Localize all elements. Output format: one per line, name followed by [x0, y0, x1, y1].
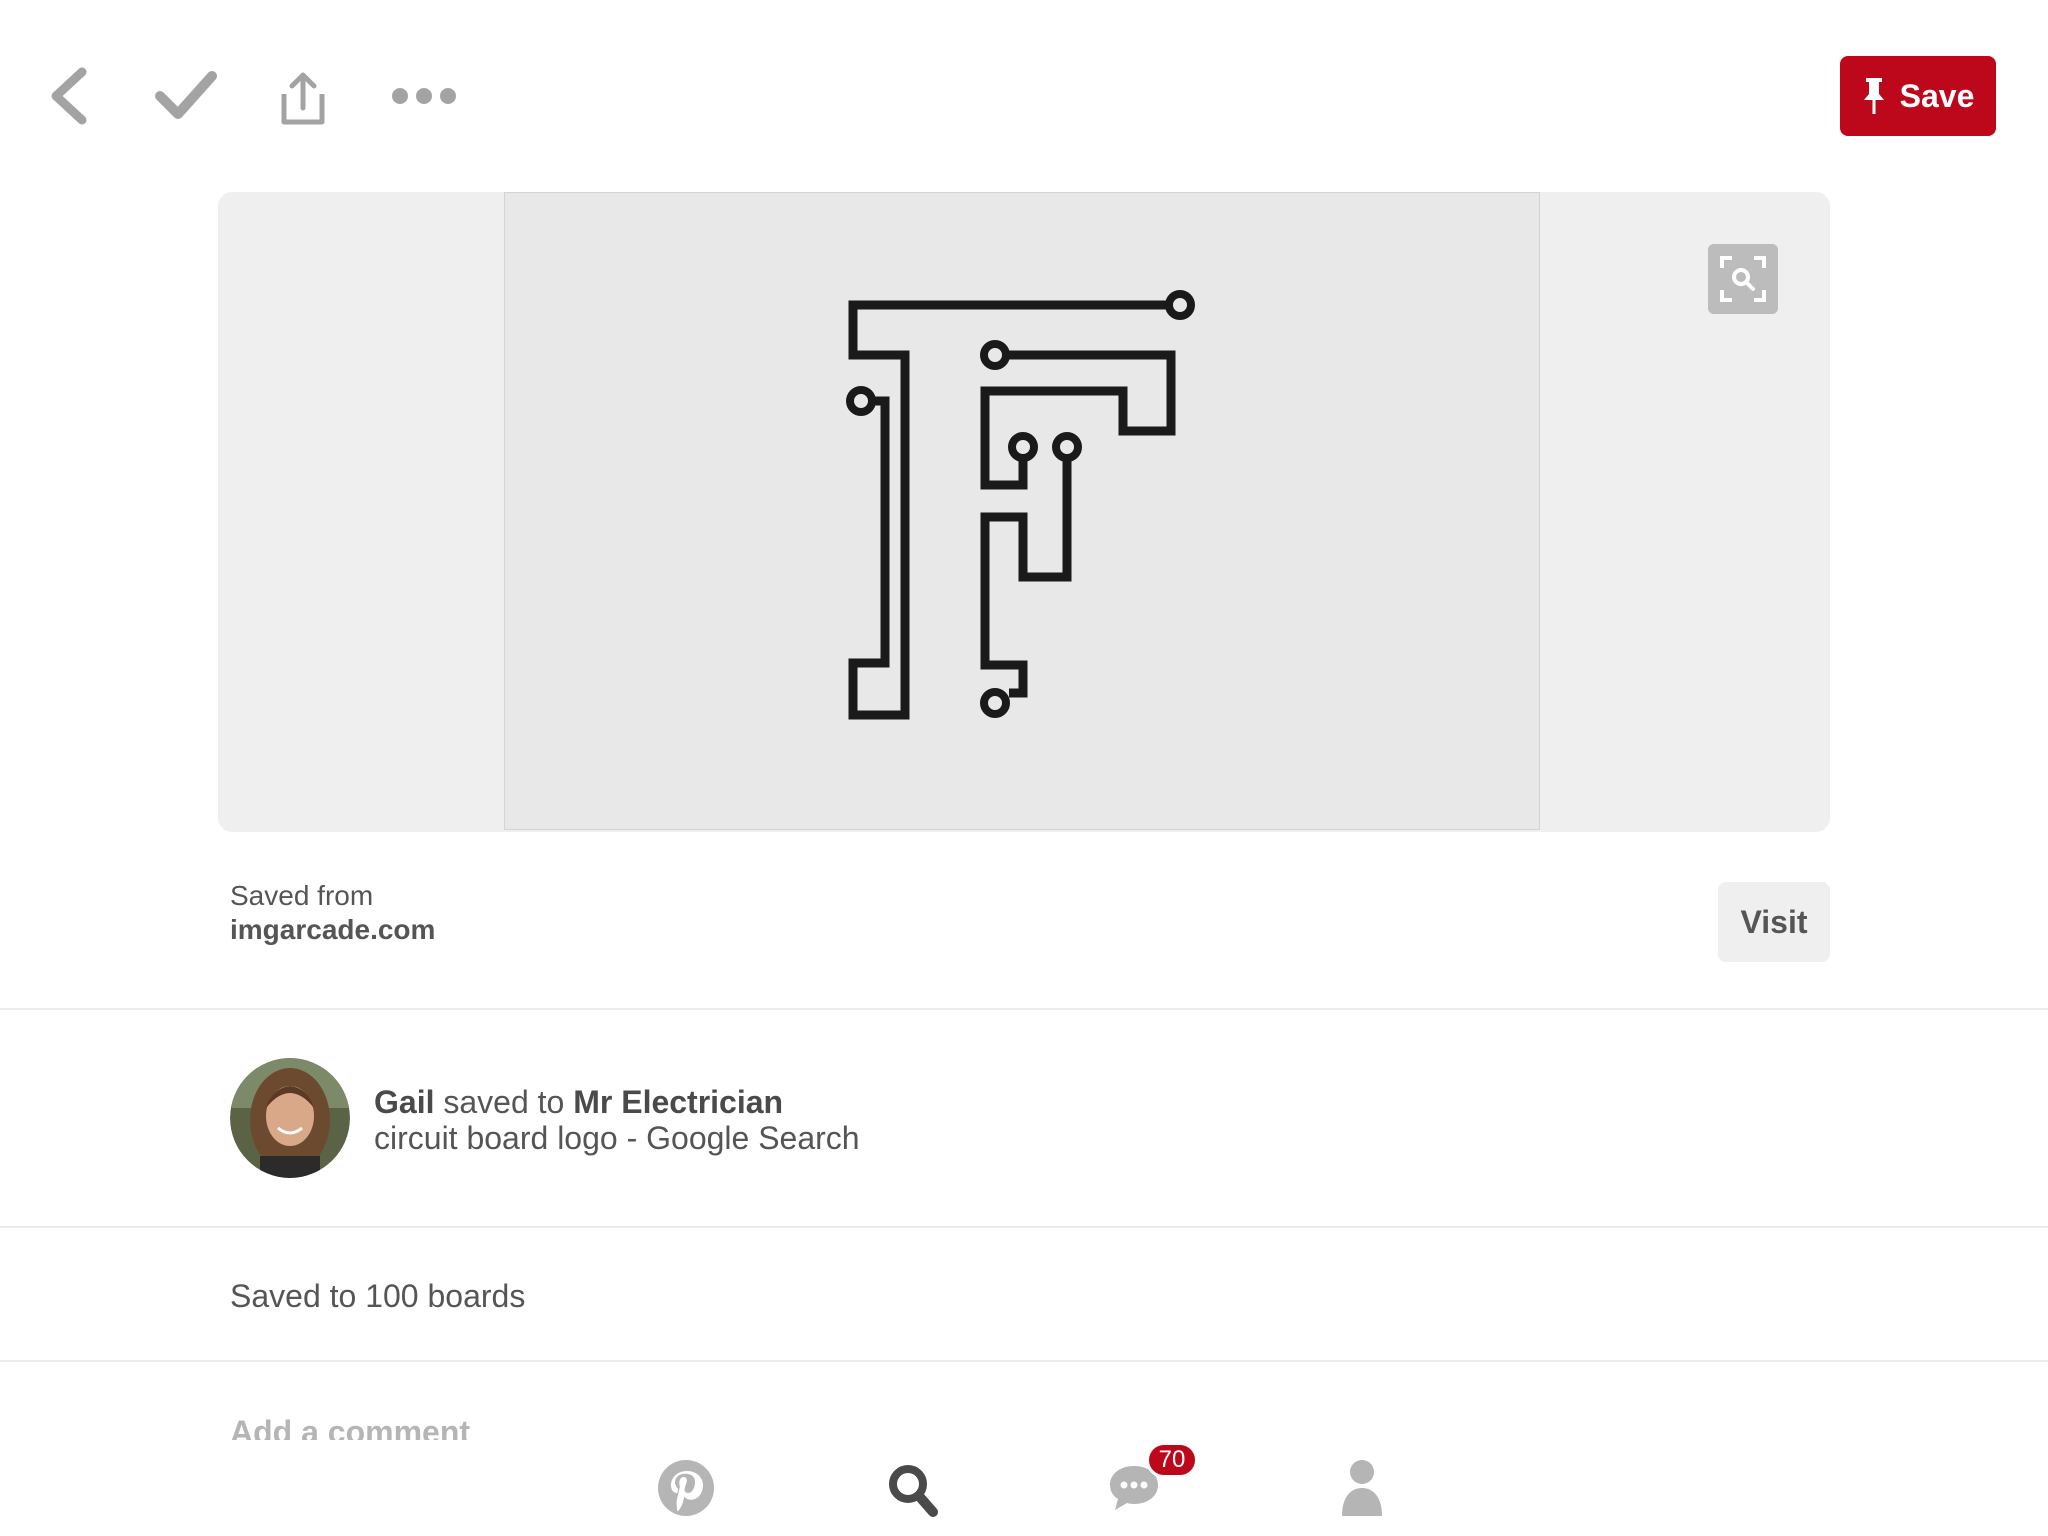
notification-badge: 70	[1146, 1442, 1198, 1478]
pin-image-card	[218, 192, 1830, 832]
checkmark-icon[interactable]	[152, 64, 218, 124]
bottom-nav: 70	[0, 1440, 2048, 1536]
saved-from-label: Saved from	[230, 880, 374, 911]
pin-description: circuit board logo - Google Search	[374, 1120, 860, 1156]
more-dots-icon[interactable]	[390, 82, 458, 110]
pinterest-logo-icon[interactable]	[656, 1458, 716, 1518]
pushpin-icon	[1863, 78, 1884, 114]
pinner-action: saved to	[443, 1084, 565, 1120]
search-icon[interactable]	[886, 1460, 940, 1520]
circuit-board-logo	[846, 290, 1195, 720]
save-button-label: Save	[1899, 77, 1975, 114]
board-name[interactable]: Mr Electrician	[573, 1084, 783, 1120]
share-icon[interactable]	[280, 70, 326, 128]
source-domain-link[interactable]: imgarcade.com	[230, 914, 435, 946]
divider	[0, 1360, 2048, 1362]
visual-search-icon[interactable]	[1708, 244, 1778, 314]
pin-image[interactable]	[504, 192, 1540, 830]
pin-detail-page: Save Saved from imgarcade.com Visit Gail…	[0, 0, 2048, 1536]
save-button[interactable]: Save	[1840, 56, 1996, 136]
chevron-left-icon[interactable]	[44, 66, 94, 126]
comment-field[interactable]: Add a comment	[230, 1410, 830, 1440]
divider	[0, 1008, 2048, 1010]
comment-placeholder: Add a comment	[230, 1414, 471, 1440]
avatar[interactable]	[230, 1058, 350, 1178]
pinner-attribution: Gail saved to Mr Electrician	[374, 1084, 783, 1121]
person-icon[interactable]	[1340, 1456, 1384, 1520]
pinner-name[interactable]: Gail	[374, 1084, 434, 1120]
saved-count[interactable]: Saved to 100 boards	[230, 1278, 525, 1315]
divider	[0, 1226, 2048, 1228]
visit-button[interactable]: Visit	[1718, 882, 1830, 962]
